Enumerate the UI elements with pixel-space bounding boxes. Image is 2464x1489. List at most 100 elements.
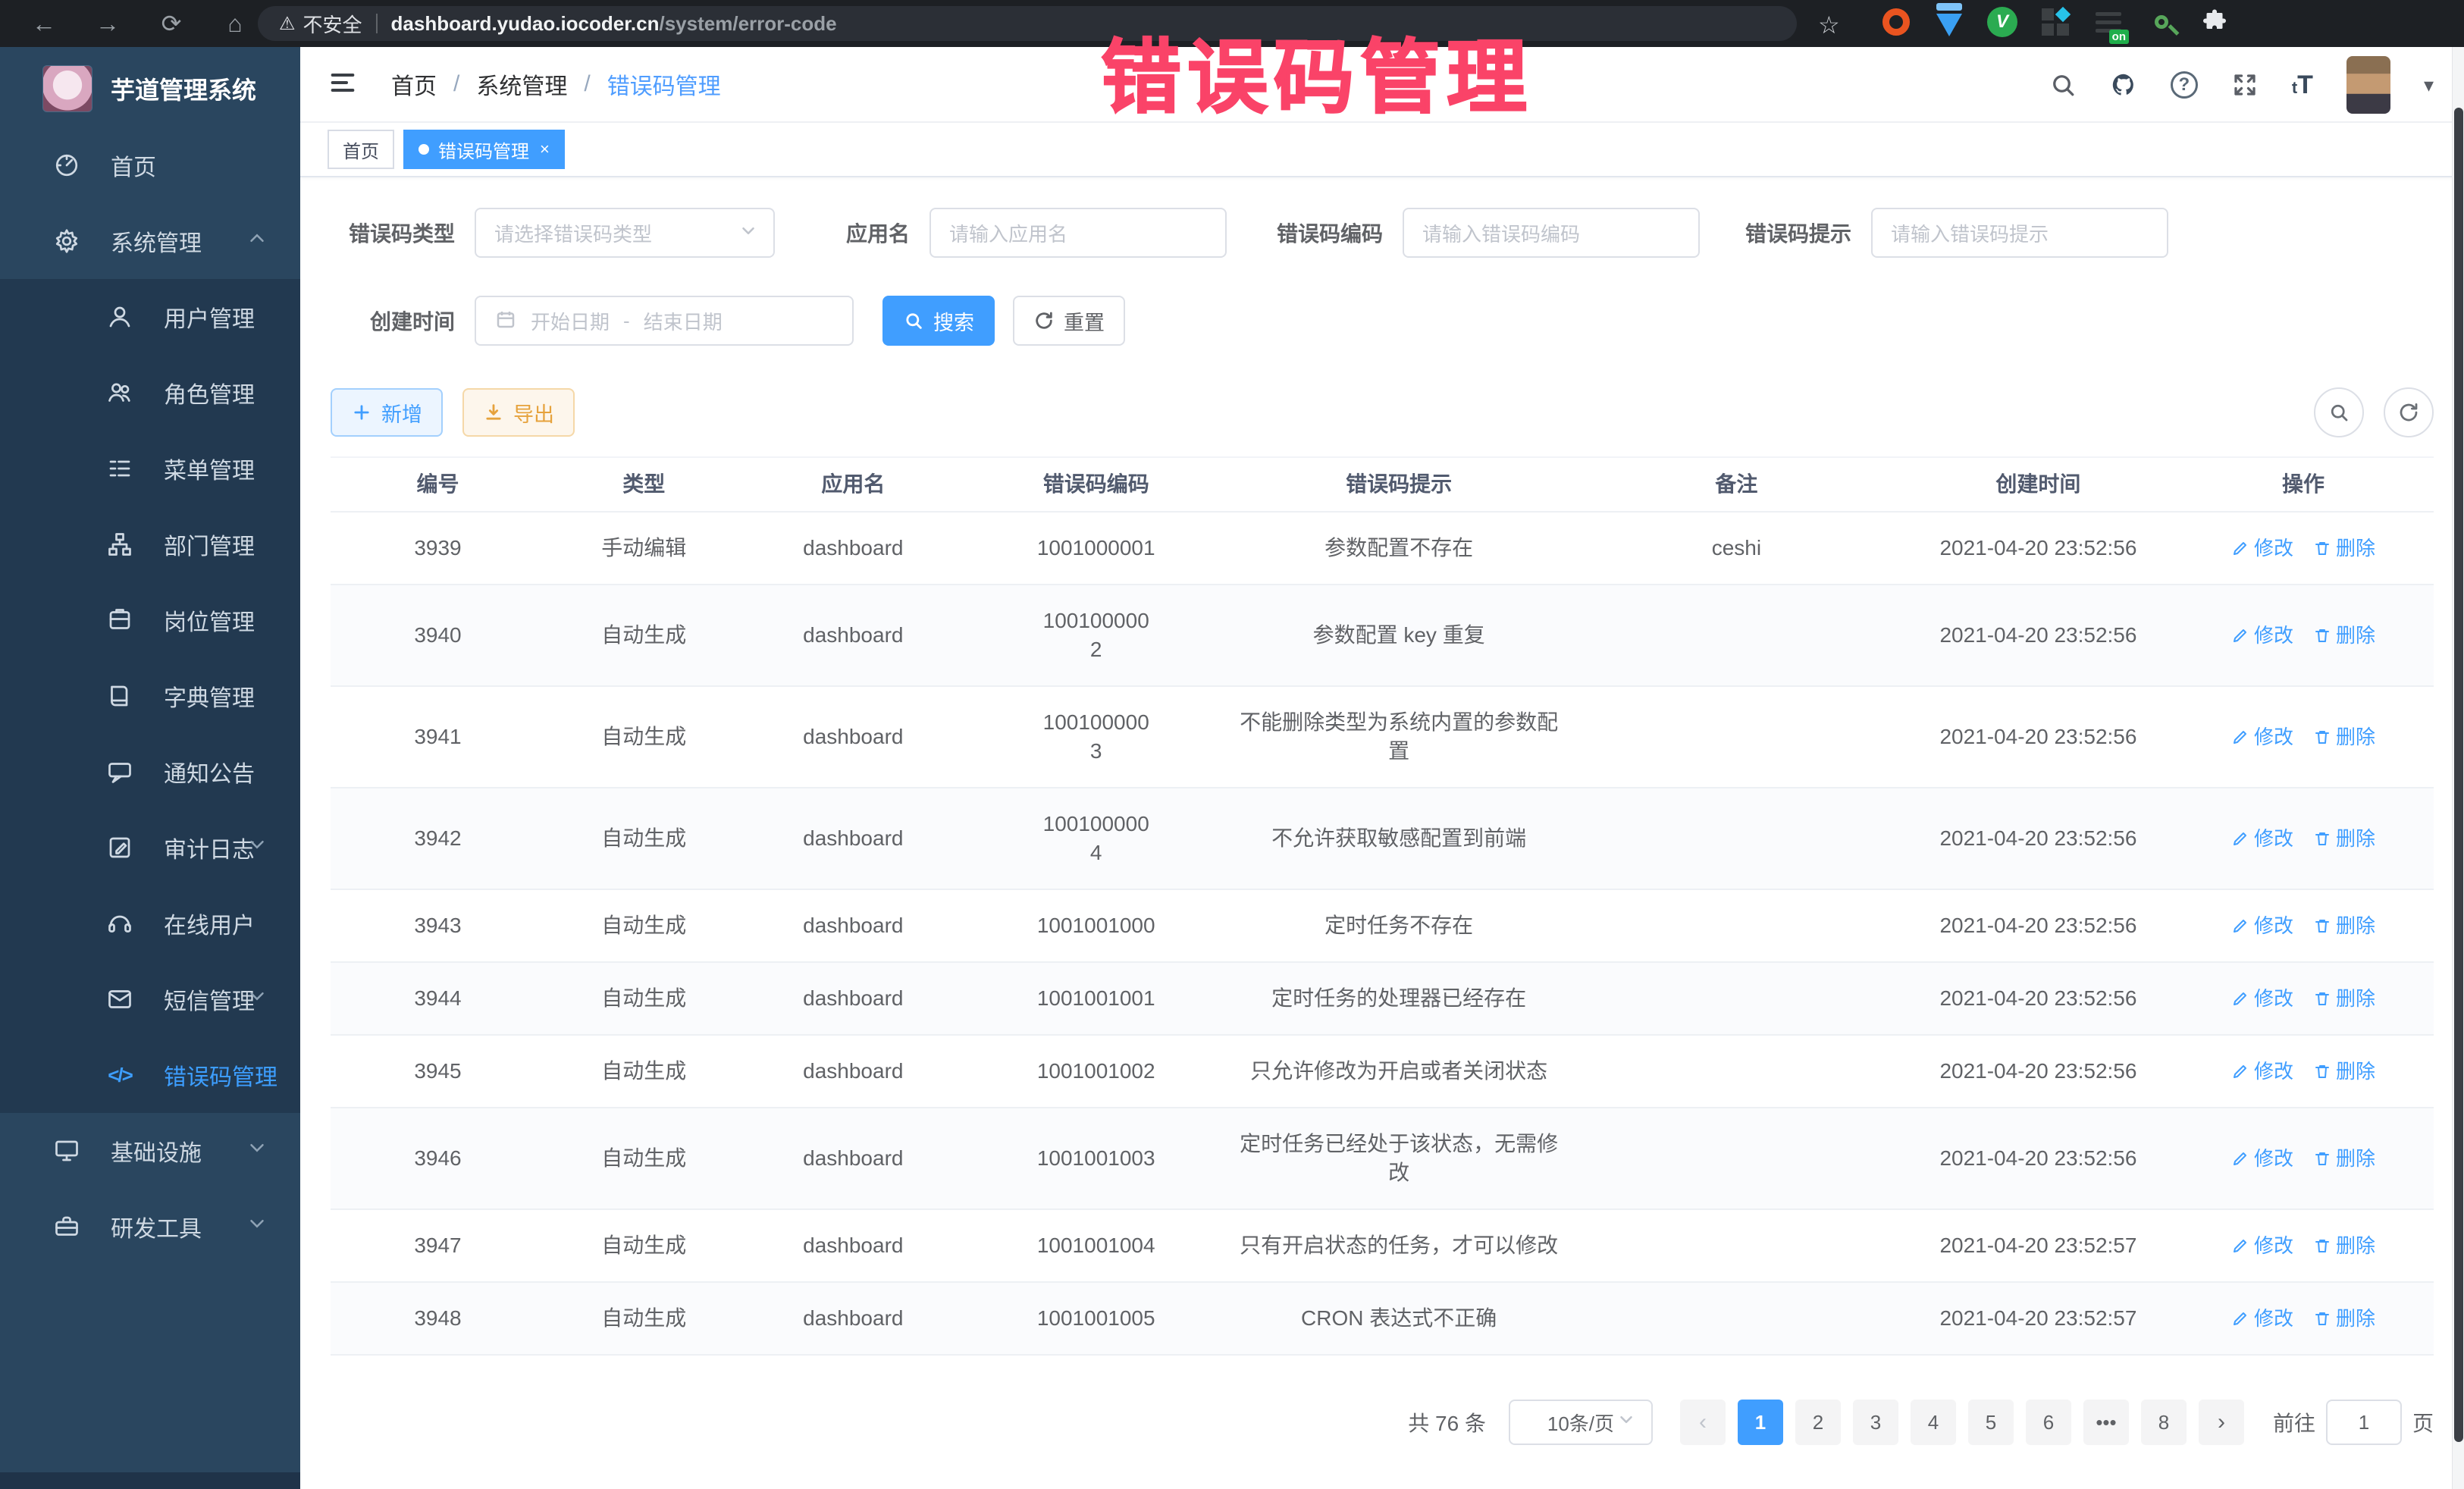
github-icon[interactable] xyxy=(2110,71,2137,99)
cell-error-code: 100100000 4 xyxy=(964,788,1229,889)
delete-link[interactable]: 删除 xyxy=(2313,723,2375,751)
sidebar-item-posts[interactable]: 岗位管理 xyxy=(0,582,300,658)
goto-page-input[interactable]: 1 xyxy=(2326,1400,2402,1445)
error-code-input[interactable]: 请输入错误码编码 xyxy=(1403,208,1700,258)
tag-error-code[interactable]: 错误码管理 × xyxy=(403,130,565,169)
next-page-button[interactable]: › xyxy=(2199,1400,2244,1445)
browser-back-button[interactable]: ← xyxy=(29,10,59,38)
edit-link[interactable]: 修改 xyxy=(2231,621,2293,650)
extension-key-icon[interactable] xyxy=(2146,6,2177,38)
edit-link[interactable]: 修改 xyxy=(2231,1144,2293,1173)
cell-id: 3945 xyxy=(331,1036,545,1107)
sidebar-item-roles[interactable]: 角色管理 xyxy=(0,355,300,431)
error-msg-input[interactable]: 请输入错误码提示 xyxy=(1871,208,2168,258)
delete-link[interactable]: 删除 xyxy=(2313,534,2375,563)
sidebar-item-infrastructure[interactable]: 基础设施 xyxy=(0,1113,300,1189)
edit-link[interactable]: 修改 xyxy=(2231,824,2293,853)
sidebar-item-sms[interactable]: 短信管理 xyxy=(0,961,300,1037)
sidebar-item-home[interactable]: 首页 xyxy=(0,127,300,203)
edit-link[interactable]: 修改 xyxy=(2231,911,2293,940)
page-number-button[interactable]: 3 xyxy=(1853,1400,1898,1445)
fullscreen-icon[interactable] xyxy=(2231,71,2259,99)
sidebar-item-audit-log[interactable]: 审计日志 xyxy=(0,810,300,886)
edit-link[interactable]: 修改 xyxy=(2231,1057,2293,1086)
export-button[interactable]: 导出 xyxy=(462,388,575,437)
scrollbar-track[interactable] xyxy=(2452,47,2464,1489)
edit-link[interactable]: 修改 xyxy=(2231,984,2293,1013)
extension-grid-icon[interactable] xyxy=(2039,6,2071,38)
extension-gem-icon[interactable] xyxy=(1933,6,1965,38)
table-row: 3941 自动生成 dashboard 100100000 3 不能删除类型为系… xyxy=(331,687,2434,788)
help-icon[interactable]: ? xyxy=(2171,71,2198,99)
sidebar-logo[interactable]: 芋道管理系统 xyxy=(0,47,300,127)
edit-link[interactable]: 修改 xyxy=(2231,1231,2293,1260)
sidebar-item-users[interactable]: 用户管理 xyxy=(0,279,300,355)
page-size-select[interactable]: 10条/页 xyxy=(1509,1400,1653,1445)
sidebar-item-notices[interactable]: 通知公告 xyxy=(0,734,300,810)
avatar-caret-icon[interactable]: ▾ xyxy=(2424,74,2434,97)
extension-orange-icon[interactable] xyxy=(1880,6,1912,38)
page-number-button[interactable]: 1 xyxy=(1738,1400,1783,1445)
page-number-button[interactable]: ••• xyxy=(2083,1400,2129,1445)
prev-page-button[interactable]: ‹ xyxy=(1680,1400,1726,1445)
delete-link[interactable]: 删除 xyxy=(2313,984,2375,1013)
toggle-search-button[interactable] xyxy=(2314,387,2364,437)
delete-link[interactable]: 删除 xyxy=(2313,824,2375,853)
sidebar-item-departments[interactable]: 部门管理 xyxy=(0,506,300,582)
user-avatar[interactable] xyxy=(2346,56,2390,114)
address-bar[interactable]: ⚠ 不安全 dashboard.yudao.iocoder.cn/system/… xyxy=(258,6,1797,41)
search-icon[interactable] xyxy=(2049,71,2077,99)
delete-link[interactable]: 删除 xyxy=(2313,1231,2375,1260)
breadcrumb-system[interactable]: 系统管理 xyxy=(476,67,567,101)
sidebar-item-dev-tools[interactable]: 研发工具 xyxy=(0,1189,300,1265)
page-number-button[interactable]: 2 xyxy=(1795,1400,1841,1445)
end-date-input[interactable]: 结束日期 xyxy=(644,307,723,335)
cell-error-code: 1001001003 xyxy=(964,1123,1229,1194)
extensions-puzzle-icon[interactable] xyxy=(2199,6,2230,38)
tag-close-icon[interactable]: × xyxy=(540,139,550,159)
cell-actions: 修改 删除 xyxy=(2173,1036,2434,1107)
tags-view-bar: 首页 错误码管理 × xyxy=(300,123,2464,177)
refresh-button[interactable] xyxy=(2384,387,2434,437)
extension-list-icon[interactable]: on xyxy=(2093,6,2124,38)
delete-link[interactable]: 删除 xyxy=(2313,1144,2375,1173)
bookmark-star-icon[interactable]: ☆ xyxy=(1818,11,1840,39)
start-date-input[interactable]: 开始日期 xyxy=(531,307,610,335)
cell-error-msg: 定时任务已经处于该状态，无需修改 xyxy=(1228,1108,1569,1208)
browser-forward-button[interactable]: → xyxy=(92,10,123,38)
edit-link[interactable]: 修改 xyxy=(2231,1304,2293,1333)
edit-link[interactable]: 修改 xyxy=(2231,723,2293,751)
date-range-picker[interactable]: 开始日期 - 结束日期 xyxy=(475,296,854,346)
id-badge-icon xyxy=(106,607,133,634)
sidebar-item-dictionary[interactable]: 字典管理 xyxy=(0,658,300,734)
tag-home[interactable]: 首页 xyxy=(328,130,394,169)
page-number-button[interactable]: 8 xyxy=(2141,1400,2187,1445)
page-number-button[interactable]: 5 xyxy=(1968,1400,2014,1445)
font-size-icon[interactable]: tT xyxy=(2292,71,2313,100)
delete-link[interactable]: 删除 xyxy=(2313,621,2375,650)
page-number-button[interactable]: 4 xyxy=(1911,1400,1956,1445)
page-number-button[interactable]: 6 xyxy=(2026,1400,2071,1445)
security-label[interactable]: 不安全 xyxy=(303,10,362,38)
edit-link[interactable]: 修改 xyxy=(2231,534,2293,563)
add-button[interactable]: 新增 xyxy=(331,388,443,437)
app-name-input[interactable]: 请输入应用名 xyxy=(929,208,1227,258)
sidebar-item-online-users[interactable]: 在线用户 xyxy=(0,886,300,961)
headset-icon xyxy=(106,910,133,937)
extension-green-icon[interactable]: V xyxy=(1986,6,2018,38)
breadcrumb-home[interactable]: 首页 xyxy=(391,67,437,101)
delete-link[interactable]: 删除 xyxy=(2313,911,2375,940)
browser-reload-button[interactable]: ⟳ xyxy=(156,9,187,38)
search-button[interactable]: 搜索 xyxy=(882,296,995,346)
error-type-select[interactable]: 请选择错误码类型 xyxy=(475,208,775,258)
select-caret-icon xyxy=(1616,1410,1636,1435)
collapse-sidebar-button[interactable] xyxy=(328,67,358,102)
browser-home-button[interactable]: ⌂ xyxy=(220,10,250,38)
delete-link[interactable]: 删除 xyxy=(2313,1304,2375,1333)
scrollbar-thumb[interactable] xyxy=(2454,108,2463,1442)
delete-link[interactable]: 删除 xyxy=(2313,1057,2375,1086)
reset-button[interactable]: 重置 xyxy=(1013,296,1125,346)
sidebar-item-error-code[interactable]: </> 错误码管理 xyxy=(0,1037,300,1113)
sidebar-item-menus[interactable]: 菜单管理 xyxy=(0,431,300,506)
sidebar-item-system[interactable]: 系统管理 xyxy=(0,203,300,279)
